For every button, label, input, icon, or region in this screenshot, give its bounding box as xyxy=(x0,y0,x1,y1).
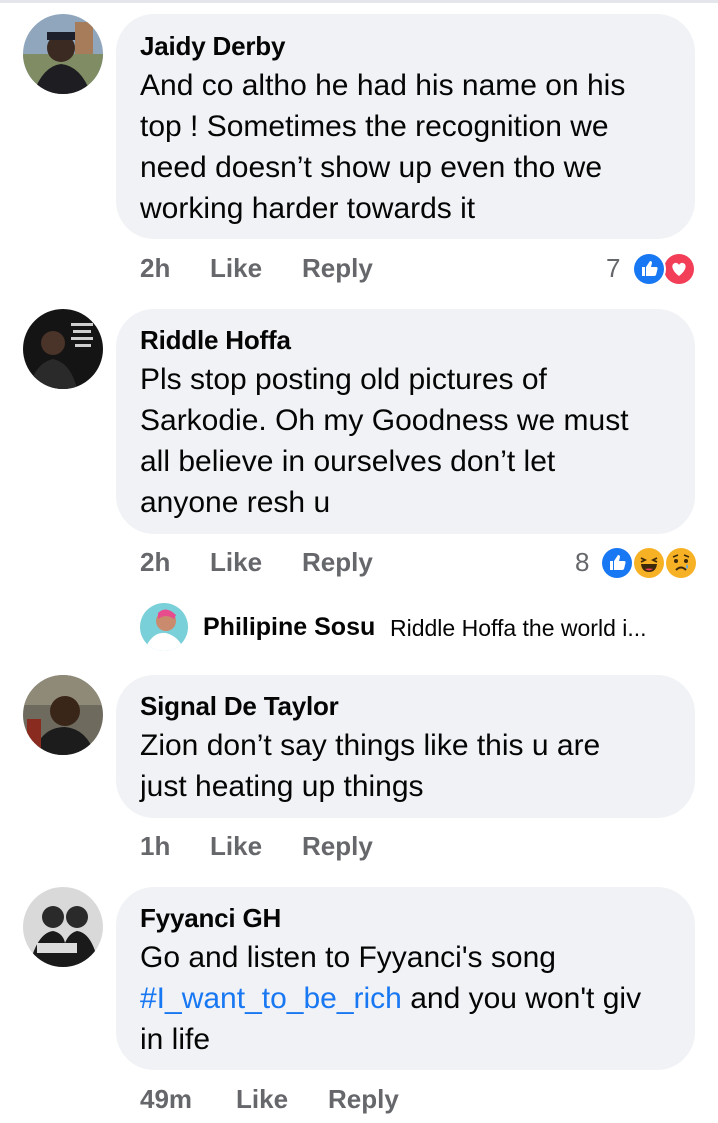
comment-text-line: Go and listen to Fyyanci's song xyxy=(140,941,556,974)
reply-button[interactable]: Reply xyxy=(328,1084,399,1115)
like-button[interactable]: Like xyxy=(210,831,262,862)
like-icon[interactable] xyxy=(600,546,634,580)
like-button[interactable]: Like xyxy=(210,253,262,284)
comment-author[interactable]: Fyyanci GH xyxy=(140,903,281,934)
avatar[interactable] xyxy=(23,309,103,389)
reaction-count[interactable]: 8 xyxy=(575,547,589,578)
haha-icon[interactable] xyxy=(632,546,666,580)
comment-text-fragment: and you won't giv xyxy=(401,982,642,1015)
comment-text-line: And co altho he had his name on his xyxy=(140,69,626,102)
avatar[interactable] xyxy=(23,675,103,755)
comment-text-line: #I_want_to_be_rich and you won't giv xyxy=(140,978,641,1019)
reply-button[interactable]: Reply xyxy=(302,253,373,284)
comment-text-line: top ! Sometimes the recognition we xyxy=(140,110,609,143)
top-divider xyxy=(0,0,718,3)
comment-author[interactable]: Jaidy Derby xyxy=(140,31,285,62)
comment-text-line: need doesn’t show up even tho we xyxy=(140,151,602,184)
like-button[interactable]: Like xyxy=(210,547,262,578)
comment-timestamp[interactable]: 2h xyxy=(140,253,170,284)
reply-snippet[interactable]: Riddle Hoffa the world i... xyxy=(390,615,647,642)
comment-timestamp[interactable]: 2h xyxy=(140,547,170,578)
avatar[interactable] xyxy=(23,14,103,94)
avatar[interactable] xyxy=(23,887,103,967)
like-button[interactable]: Like xyxy=(236,1084,288,1115)
comment-timestamp[interactable]: 49m xyxy=(140,1084,192,1115)
comment-text-line: just heating up things xyxy=(140,770,424,803)
comment-text-line: working harder towards it xyxy=(140,192,476,225)
comment-text-line: Zion don’t say things like this u are xyxy=(140,729,601,762)
like-icon[interactable] xyxy=(632,252,666,286)
comment-author[interactable]: Signal De Taylor xyxy=(140,691,339,722)
love-icon[interactable] xyxy=(662,252,696,286)
comment-text-line: Pls stop posting old pictures of xyxy=(140,363,547,396)
comment-timestamp[interactable]: 1h xyxy=(140,831,170,862)
reply-button[interactable]: Reply xyxy=(302,831,373,862)
sad-icon[interactable] xyxy=(664,546,698,580)
comment-text-line: in life xyxy=(140,1023,211,1056)
reply-author[interactable]: Philipine Sosu xyxy=(203,613,375,642)
comment-author[interactable]: Riddle Hoffa xyxy=(140,325,291,356)
comment-text-line: all believe in ourselves don’t let xyxy=(140,445,556,478)
comment-text-line: anyone resh u xyxy=(140,486,331,519)
hashtag-link[interactable]: #I_want_to_be_rich xyxy=(140,982,402,1015)
reply-button[interactable]: Reply xyxy=(302,547,373,578)
reaction-count[interactable]: 7 xyxy=(606,253,620,284)
comment-text-line: Sarkodie. Oh my Goodness we must xyxy=(140,404,629,437)
reply-avatar[interactable] xyxy=(140,603,188,651)
